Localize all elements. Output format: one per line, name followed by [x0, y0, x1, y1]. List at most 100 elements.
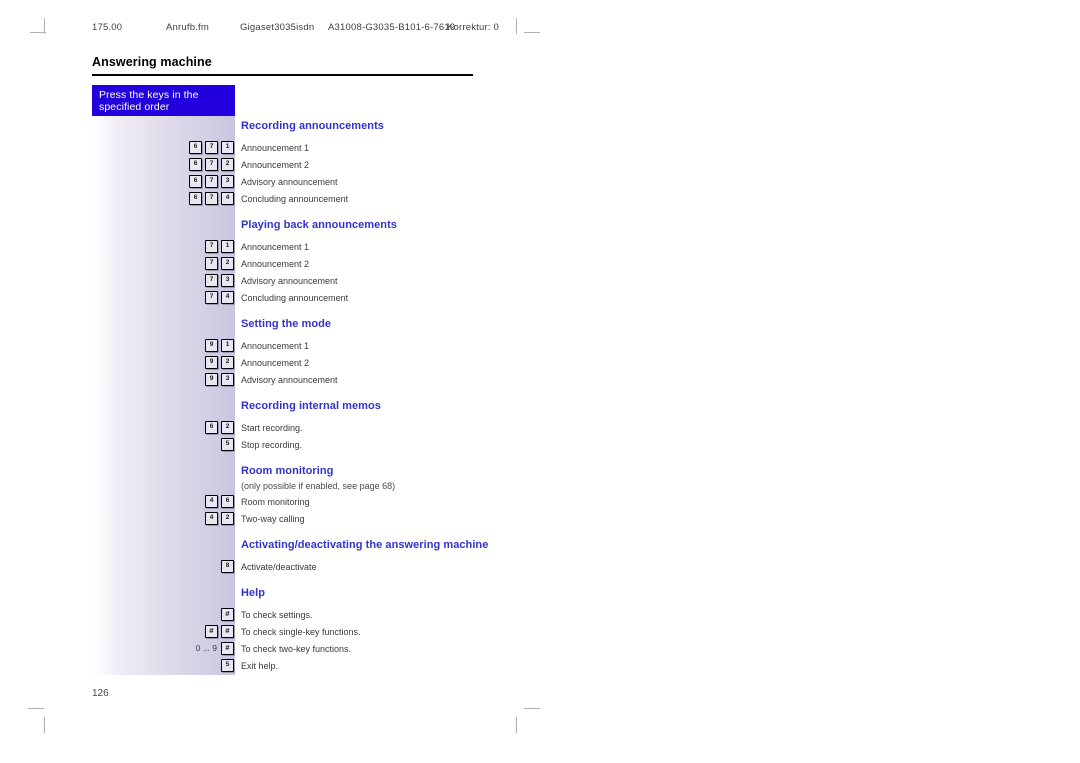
key-sequence-label: Announcement 2	[241, 160, 310, 170]
keypad-key-7-icon[interactable]: 7	[205, 274, 218, 288]
keypad-key-4-icon[interactable]: 4	[205, 512, 218, 526]
key-sequence: 672	[186, 157, 241, 174]
key-sequence-row: 9 3 Advisory announcement	[205, 372, 861, 389]
callout-line-1: Press the keys in the	[99, 89, 199, 101]
key-sequence-row: # # To check single-key functions.	[205, 624, 861, 641]
keypad-key-1-icon[interactable]: 1	[221, 240, 234, 254]
key-sequence: 673	[186, 174, 241, 191]
keypad-key-hash-icon[interactable]: #	[221, 642, 234, 656]
key-sequence-label: Concluding announcement	[241, 194, 349, 204]
keypad-key-6-icon[interactable]: 6	[189, 141, 202, 155]
key-sequence-row: 4 6 Room monitoring	[205, 494, 861, 511]
keypad-key-1-icon[interactable]: 1	[221, 339, 234, 353]
key-sequence: 46	[202, 494, 241, 511]
keypad-key-6-icon[interactable]: 6	[205, 421, 218, 435]
keypad-key-2-icon[interactable]: 2	[221, 356, 234, 370]
key-sequence-label: Advisory announcement	[241, 276, 338, 286]
key-sequence: # #	[202, 624, 241, 641]
keypad-key-9-icon[interactable]: 9	[205, 356, 218, 370]
keypad-key-9-icon[interactable]: 9	[205, 339, 218, 353]
keypad-key-4-icon[interactable]: 4	[221, 291, 234, 305]
key-sequence: 0 ... 9 #	[196, 641, 241, 658]
keypad-key-7-icon[interactable]: 7	[205, 158, 218, 172]
keypad-key-8-icon[interactable]: 8	[221, 560, 234, 574]
crop-mark-bottom-right-vertical	[516, 717, 517, 733]
crop-mark-top-right	[524, 32, 540, 33]
key-sequence-row: 6 7 3 Advisory announcement	[189, 174, 861, 191]
section-heading: Help	[241, 587, 266, 599]
key-sequence-label: Concluding announcement	[241, 293, 349, 303]
keypad-key-3-icon[interactable]: 3	[221, 373, 234, 387]
callout-line-2: specified order	[99, 101, 170, 113]
keypad-key-2-icon[interactable]: 2	[221, 512, 234, 526]
key-sequence: 671	[186, 140, 241, 157]
key-sequence: #	[218, 607, 241, 624]
key-sequence: 71	[202, 239, 241, 256]
keypad-key-6-icon[interactable]: 6	[189, 192, 202, 206]
section-heading: Playing back announcements	[241, 219, 397, 231]
keypad-key-6-icon[interactable]: 6	[189, 175, 202, 189]
keypad-key-4-icon[interactable]: 4	[205, 495, 218, 509]
key-sequence: 674	[186, 191, 241, 208]
key-sequence: 92	[202, 355, 241, 372]
key-sequence-row: 4 2 Two-way calling	[205, 511, 861, 528]
crop-mark-bottom-left-vertical	[44, 717, 45, 733]
crop-mark-top-left-vertical	[44, 18, 45, 34]
key-sequence-label: Room monitoring	[241, 497, 310, 507]
keypad-key-6-icon[interactable]: 6	[189, 158, 202, 172]
keypad-key-4-icon[interactable]: 4	[221, 192, 234, 206]
key-sequence: 91	[202, 338, 241, 355]
keypad-key-hash-icon[interactable]: #	[205, 625, 218, 639]
section: Recording internal memos 6 2 Start recordin…	[205, 400, 861, 465]
key-sequence-row: 9 1 Announcement 1	[205, 338, 861, 355]
key-sequence-label: Advisory announcement	[241, 177, 338, 187]
keypad-key-2-icon[interactable]: 2	[221, 158, 234, 172]
digit-range-label: 0 ... 9	[195, 643, 217, 654]
key-sequence-row: 0 ... 9 # To check two-key functions.	[196, 641, 861, 658]
title-divider	[92, 74, 473, 76]
section: Activating/deactivating the answering ma…	[221, 539, 861, 587]
keypad-key-1-icon[interactable]: 1	[221, 141, 234, 155]
key-sequence-label: Exit help.	[241, 661, 279, 671]
key-sequence-label: Two-way calling	[241, 514, 305, 524]
key-sequence-row: 6 7 1 Announcement 1	[189, 140, 861, 157]
section-heading: Activating/deactivating the answering ma…	[241, 539, 489, 551]
main-content: Recording announcements 6 7 1 Announcement 1…	[189, 120, 861, 686]
keypad-key-7-icon[interactable]: 7	[205, 291, 218, 305]
keypad-key-7-icon[interactable]: 7	[205, 141, 218, 155]
keypad-key-7-icon[interactable]: 7	[205, 175, 218, 189]
keypad-key-7-icon[interactable]: 7	[205, 192, 218, 206]
keypad-key-9-icon[interactable]: 9	[205, 373, 218, 387]
keypad-key-3-icon[interactable]: 3	[221, 175, 234, 189]
keypad-key-hash-icon[interactable]: #	[221, 625, 234, 639]
header-doc-number: A31008-G3035-B101-6-7619	[328, 22, 456, 33]
keypad-key-3-icon[interactable]: 3	[221, 274, 234, 288]
key-sequence: 5	[218, 437, 241, 454]
keypad-key-2-icon[interactable]: 2	[221, 257, 234, 271]
keypad-key-5-icon[interactable]: 5	[221, 438, 234, 452]
key-sequence-row: 5 Exit help.	[221, 658, 861, 675]
page-title: Answering machine	[92, 55, 212, 69]
keypad-key-7-icon[interactable]: 7	[205, 240, 218, 254]
keypad-key-6-icon[interactable]: 6	[221, 495, 234, 509]
section: Setting the mode 9 1 Announcement 1 9 2 Announ…	[205, 318, 861, 400]
key-sequence-label: Announcement 1	[241, 341, 310, 351]
key-sequence: 42	[202, 511, 241, 528]
keypad-key-5-icon[interactable]: 5	[221, 659, 234, 673]
section: Help # To check settings. # # To check single…	[196, 587, 861, 686]
key-sequence-label: Activate/deactivate	[241, 562, 317, 572]
key-sequence-row: 5 Stop recording.	[221, 437, 861, 454]
keypad-key-2-icon[interactable]: 2	[221, 421, 234, 435]
key-sequence-row: 7 1 Announcement 1	[205, 239, 861, 256]
key-sequence: 72	[202, 256, 241, 273]
keypad-key-hash-icon[interactable]: #	[221, 608, 234, 622]
keypad-key-7-icon[interactable]: 7	[205, 257, 218, 271]
key-sequence-label: Advisory announcement	[241, 375, 338, 385]
key-sequence-row: 6 7 4 Concluding announcement	[189, 191, 861, 208]
